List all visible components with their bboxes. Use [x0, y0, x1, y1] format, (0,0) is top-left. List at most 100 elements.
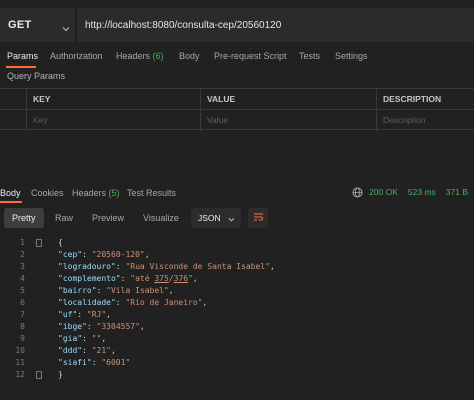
- json-value-part: 376: [173, 274, 189, 283]
- json-value: "Vila Isabel": [106, 286, 169, 295]
- json-key: "uf": [58, 310, 78, 319]
- tab-headers-count: (6): [152, 51, 164, 61]
- json-key: "localidade": [58, 298, 116, 307]
- code-line: 8 "ibge": "3304557",: [0, 321, 474, 333]
- code-line: 9 "gia": "",: [0, 333, 474, 345]
- key-input[interactable]: Key: [26, 110, 200, 131]
- json-key: "ibge": [58, 322, 87, 331]
- view-visualize-button[interactable]: Visualize: [135, 208, 187, 228]
- tab-response-headers-count: (5): [108, 188, 120, 198]
- json-value: "Rio de Janeiro": [125, 298, 203, 307]
- tab-tests[interactable]: Tests: [299, 44, 320, 68]
- tab-headers[interactable]: Headers (6): [116, 44, 164, 68]
- json-value: "6001": [101, 358, 131, 367]
- json-key: "gia": [58, 334, 83, 343]
- code-line: 10 "ddd": "21",: [0, 345, 474, 357]
- json-value: "21": [91, 346, 111, 355]
- line-number: 11: [15, 358, 25, 367]
- method-select[interactable]: GET: [0, 8, 76, 42]
- chevron-down-icon: [228, 215, 235, 225]
- json-value: "até 375/376": [130, 274, 193, 283]
- active-response-tab-indicator: [0, 201, 22, 203]
- code-line: 2 "cep": "20560-120",: [0, 249, 474, 261]
- code-line: 6 "localidade": "Rio de Janeiro",: [0, 297, 474, 309]
- tab-cookies[interactable]: Cookies: [31, 181, 64, 205]
- response-status: 200 OK 523 ms 371 B: [352, 181, 468, 203]
- request-url-bar: GET http://localhost:8080/consulta-cep/2…: [0, 8, 474, 42]
- line-number: 4: [20, 274, 25, 283]
- tab-authorization[interactable]: Authorization: [50, 44, 103, 68]
- tab-body[interactable]: Body: [179, 44, 200, 68]
- table-header-row: KEY VALUE DESCRIPTION: [0, 88, 474, 110]
- url-text: http://localhost:8080/consulta-cep/20560…: [85, 19, 282, 31]
- line-number: 6: [20, 298, 25, 307]
- tab-test-results[interactable]: Test Results: [127, 181, 176, 205]
- format-select[interactable]: JSON: [191, 208, 241, 228]
- response-tabs: Body Cookies Headers (5) Test Results 20…: [0, 181, 474, 203]
- json-key: "cep": [58, 250, 83, 259]
- code-line: 3 "logradouro": "Rua Visconde de Santa I…: [0, 261, 474, 273]
- line-number: 3: [20, 262, 25, 271]
- code-line: 4 "complemento": "até 375/376",: [0, 273, 474, 285]
- tab-params[interactable]: Params: [7, 44, 38, 68]
- line-number: 7: [20, 310, 25, 319]
- column-header-value: VALUE: [200, 89, 376, 110]
- line-number: 5: [20, 286, 25, 295]
- code-line: 7 "uf": "RJ",: [0, 309, 474, 321]
- fold-icon[interactable]: [36, 371, 42, 379]
- json-key: "ddd": [58, 346, 83, 355]
- chevron-down-icon: [62, 20, 70, 38]
- query-params-title: Query Params: [7, 71, 66, 81]
- url-input[interactable]: http://localhost:8080/consulta-cep/20560…: [77, 8, 474, 42]
- tab-response-headers[interactable]: Headers (5): [72, 181, 120, 205]
- code-line: 5 "bairro": "Vila Isabel",: [0, 285, 474, 297]
- json-key: "complemento": [58, 274, 121, 283]
- view-raw-button[interactable]: Raw: [47, 208, 81, 228]
- json-value: "20560-120": [91, 250, 145, 259]
- response-body-code[interactable]: 1 { 2 "cep": "20560-120", 3 "logradouro"…: [0, 234, 474, 384]
- json-value-part: "até: [130, 274, 155, 283]
- status-code: 200 OK: [369, 187, 398, 197]
- checkbox-column-header: [0, 89, 26, 110]
- table-row: Key Value Description: [0, 109, 474, 131]
- json-value: "3304557": [96, 322, 140, 331]
- row-checkbox[interactable]: [0, 110, 26, 131]
- code-line: 11 "siafi": "6001": [0, 357, 474, 369]
- code-line: 12 }: [0, 369, 474, 381]
- column-header-key: KEY: [26, 89, 200, 110]
- line-number: 9: [20, 334, 25, 343]
- method-label: GET: [8, 19, 32, 31]
- tab-pre-request-script[interactable]: Pre-request Script: [214, 44, 287, 68]
- fold-icon[interactable]: [36, 239, 42, 247]
- json-value: "RJ": [86, 310, 107, 319]
- code-line: 1 {: [0, 237, 474, 249]
- tab-headers-label: Headers: [116, 51, 151, 61]
- response-size: 371 B: [445, 187, 468, 197]
- tab-response-headers-label: Headers: [72, 188, 107, 198]
- request-tabs: Params Authorization Headers (6) Body Pr…: [0, 44, 474, 68]
- globe-icon[interactable]: [352, 187, 363, 198]
- line-number: 1: [20, 238, 25, 247]
- query-params-table: KEY VALUE DESCRIPTION Key Value Descript…: [0, 88, 474, 131]
- view-mode-bar: Pretty Raw Preview Visualize JSON: [0, 206, 474, 230]
- open-brace: {: [58, 238, 63, 247]
- view-preview-button[interactable]: Preview: [84, 208, 132, 228]
- tab-settings[interactable]: Settings: [335, 44, 368, 68]
- wrap-lines-icon: [253, 209, 264, 227]
- json-value: "Rua Visconde de Santa Isabel": [125, 262, 270, 271]
- json-key: "siafi": [58, 358, 92, 367]
- json-key: "logradouro": [58, 262, 116, 271]
- active-tab-indicator: [6, 66, 36, 68]
- line-number: 10: [15, 346, 25, 355]
- view-pretty-button[interactable]: Pretty: [4, 208, 44, 228]
- description-input[interactable]: Description: [376, 110, 474, 131]
- line-number: 2: [20, 250, 25, 259]
- json-value: "": [91, 334, 102, 343]
- response-time: 523 ms: [407, 187, 436, 197]
- line-number: 12: [15, 370, 25, 379]
- wrap-lines-button[interactable]: [248, 208, 268, 228]
- column-header-description: DESCRIPTION: [376, 89, 474, 110]
- value-input[interactable]: Value: [200, 110, 376, 131]
- close-brace: }: [58, 370, 63, 379]
- json-key: "bairro": [58, 286, 97, 295]
